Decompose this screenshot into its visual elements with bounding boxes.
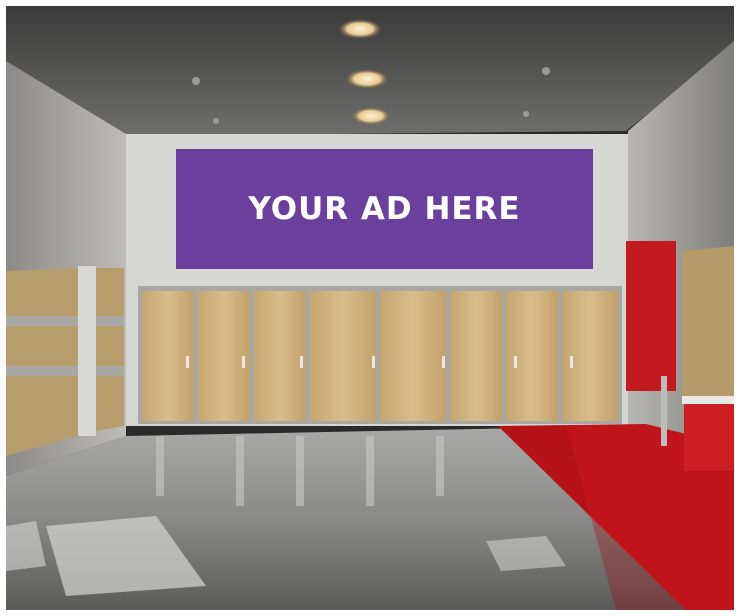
door-handle [186, 356, 189, 368]
right-wood-panel [682, 246, 734, 406]
left-wood-panel [6, 268, 78, 456]
left-column [78, 266, 96, 436]
door [380, 291, 446, 421]
door-handle [514, 356, 517, 368]
hallway-scene [6, 6, 734, 610]
stanchion-post [661, 376, 667, 446]
left-stripe [6, 366, 124, 376]
door-handle [242, 356, 245, 368]
door-handle [300, 356, 303, 368]
ad-text: YOUR AD HERE [248, 191, 521, 227]
left-stripe [6, 316, 124, 326]
ceiling-lamp [338, 19, 382, 39]
floor-reflection [296, 436, 304, 506]
floor-reflection [236, 436, 244, 506]
door [506, 291, 558, 421]
floor-reflection [156, 436, 164, 496]
floor-reflection [436, 436, 444, 496]
door [450, 291, 502, 421]
ceiling-light-small [523, 111, 529, 117]
ceiling-lamp [345, 69, 389, 89]
floor-reflection [366, 436, 374, 506]
door-handle [442, 356, 445, 368]
red-table [684, 401, 734, 471]
red-drape [626, 241, 676, 391]
ceiling-lamp [351, 107, 391, 125]
door-handle [570, 356, 573, 368]
ceiling-light-small [213, 118, 219, 124]
left-wood-panel [96, 268, 124, 431]
ceiling-light-small [542, 67, 550, 75]
door [310, 291, 376, 421]
red-table-top [682, 396, 734, 404]
door [254, 291, 306, 421]
hallway-photo: YOUR AD HERE [6, 6, 734, 610]
ad-banner: YOUR AD HERE [176, 149, 593, 269]
door-handle [372, 356, 375, 368]
ceiling-light-small [192, 77, 200, 85]
